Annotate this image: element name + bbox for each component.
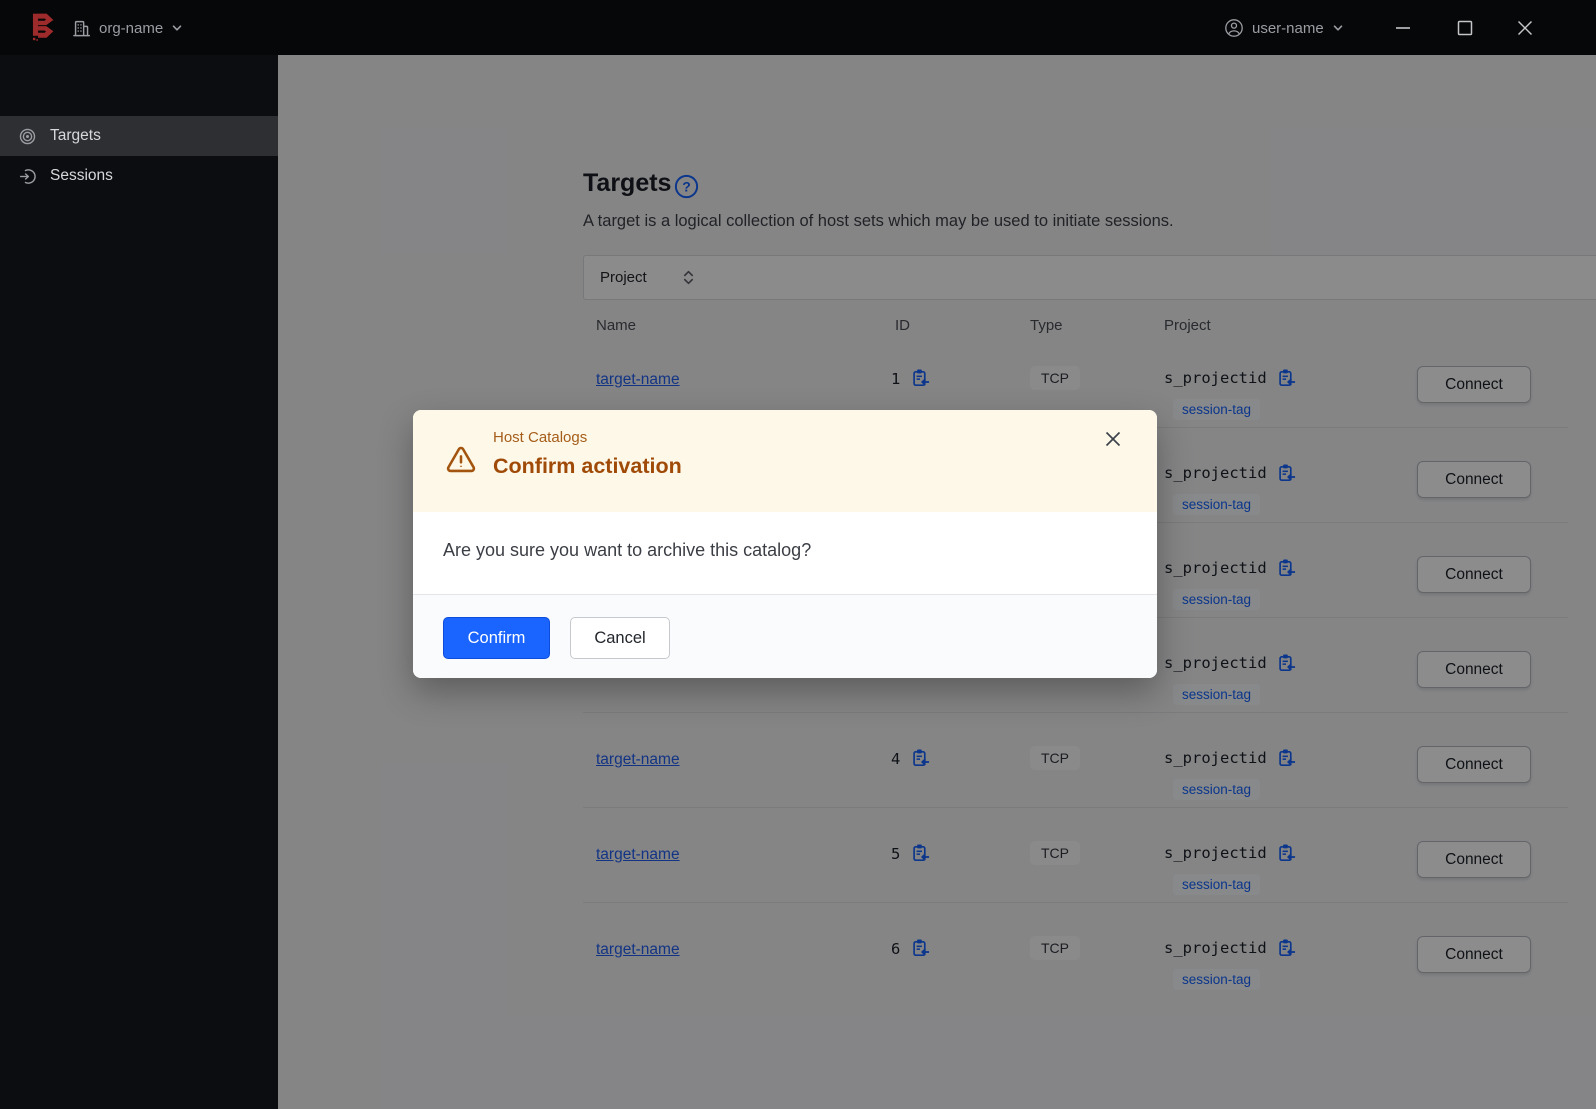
sidebar: Targets Sessions xyxy=(0,55,278,1109)
close-icon[interactable] xyxy=(1103,427,1127,451)
org-switcher[interactable]: org-name xyxy=(72,12,183,44)
dialog-question: Are you sure you want to archive this ca… xyxy=(443,540,812,560)
chevron-down-icon xyxy=(171,22,183,34)
sidebar-item-label: Targets xyxy=(50,127,101,144)
app-window: org-name user-name Targets Sessions Targ… xyxy=(0,0,1596,1109)
confirm-dialog: Host Catalogs Confirm activation Are you… xyxy=(413,410,1157,678)
log-in-icon xyxy=(19,168,36,185)
target-icon xyxy=(19,128,36,145)
titlebar: org-name user-name xyxy=(0,0,1596,55)
user-menu[interactable]: user-name xyxy=(1224,12,1344,44)
org-name-label: org-name xyxy=(99,19,164,37)
dialog-header: Host Catalogs Confirm activation xyxy=(413,410,1157,512)
dialog-body: Are you sure you want to archive this ca… xyxy=(413,512,1157,594)
user-name-label: user-name xyxy=(1252,19,1324,37)
sidebar-item-targets[interactable]: Targets xyxy=(0,116,278,156)
dialog-title: Confirm activation xyxy=(493,454,682,478)
window-maximize-button[interactable] xyxy=(1454,17,1476,39)
sidebar-item-sessions[interactable]: Sessions xyxy=(0,156,278,196)
user-avatar-icon xyxy=(1224,18,1244,38)
org-building-icon xyxy=(72,19,91,38)
dialog-tagline: Host Catalogs xyxy=(493,429,588,446)
cancel-button[interactable]: Cancel xyxy=(570,617,670,659)
window-close-button[interactable] xyxy=(1514,17,1536,39)
window-minimize-button[interactable] xyxy=(1392,17,1414,39)
confirm-button[interactable]: Confirm xyxy=(443,617,550,659)
boundary-logo xyxy=(27,10,61,44)
dialog-footer: Confirm Cancel xyxy=(413,594,1157,678)
alert-triangle-icon xyxy=(445,444,477,476)
sidebar-item-label: Sessions xyxy=(50,167,113,184)
chevron-down-icon xyxy=(1332,22,1344,34)
